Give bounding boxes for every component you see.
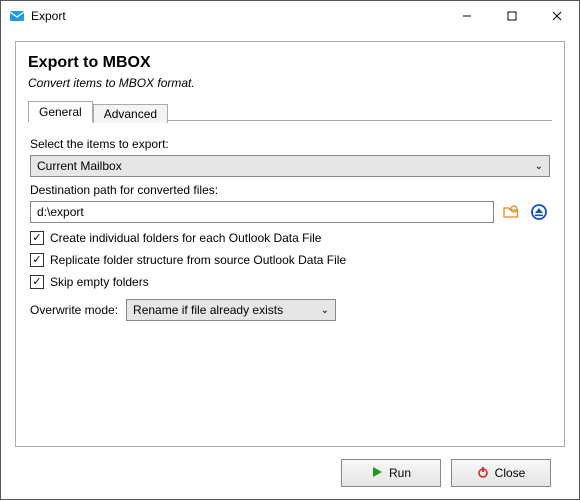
export-window: Export Export to MBOX Convert items to M… [0,0,580,500]
checkbox-icon: ✓ [30,231,44,245]
close-button[interactable]: Close [451,459,551,487]
panel-heading: Export to MBOX [28,54,552,72]
panel-subtitle: Convert items to MBOX format. [28,76,552,90]
checkbox-icon: ✓ [30,275,44,289]
main-panel: Export to MBOX Convert items to MBOX for… [15,41,565,447]
run-button[interactable]: Run [341,459,441,487]
checkbox-icon: ✓ [30,253,44,267]
tab-advanced[interactable]: Advanced [93,104,168,123]
overwrite-dropdown[interactable]: Rename if file already exists ⌄ [126,299,336,321]
items-dropdown[interactable]: Current Mailbox ⌄ [30,155,550,177]
tab-general-body: Select the items to export: Current Mail… [28,121,552,321]
select-items-label: Select the items to export: [30,137,550,151]
titlebar: Export [1,1,579,31]
tab-strip: General Advanced [28,100,552,121]
tab-general[interactable]: General [28,101,93,122]
minimize-button[interactable] [444,1,489,31]
close-window-button[interactable] [534,1,579,31]
content-area: Export to MBOX Convert items to MBOX for… [1,31,579,499]
checkbox-label: Replicate folder structure from source O… [50,253,346,267]
close-button-label: Close [495,466,526,480]
run-button-label: Run [389,466,411,480]
checkbox-individual-folders[interactable]: ✓ Create individual folders for each Out… [30,231,550,245]
footer: Run Close [15,447,565,499]
checkbox-label: Create individual folders for each Outlo… [50,231,321,245]
overwrite-value: Rename if file already exists [133,303,283,317]
checkbox-label: Skip empty folders [50,275,149,289]
destination-input[interactable]: d:\export [30,201,494,223]
play-icon [371,466,383,481]
browse-folder-button[interactable] [500,201,522,223]
checkbox-skip-empty[interactable]: ✓ Skip empty folders [30,275,550,289]
destination-label: Destination path for converted files: [30,183,550,197]
items-dropdown-value: Current Mailbox [37,159,535,173]
app-mail-icon [9,8,25,24]
chevron-down-icon: ⌄ [535,161,543,172]
destination-value: d:\export [37,205,84,219]
power-icon [477,466,489,481]
eject-icon-button[interactable] [528,201,550,223]
checkbox-replicate-structure[interactable]: ✓ Replicate folder structure from source… [30,253,550,267]
maximize-button[interactable] [489,1,534,31]
chevron-down-icon: ⌄ [321,305,329,316]
overwrite-label: Overwrite mode: [30,303,118,317]
window-title: Export [31,9,66,23]
